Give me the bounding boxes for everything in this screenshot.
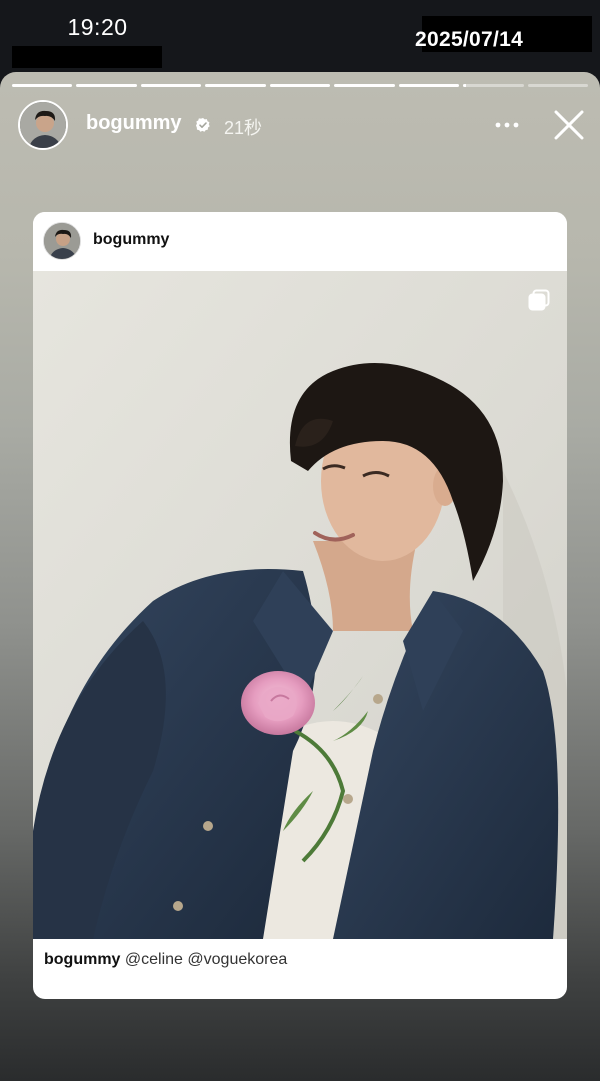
carousel-icon — [528, 289, 550, 311]
close-icon[interactable] — [552, 108, 586, 142]
avatar[interactable] — [43, 222, 81, 260]
story-elapsed-time: 21秒 — [224, 118, 263, 138]
verified-badge-icon — [196, 118, 210, 132]
progress-fill — [269, 84, 331, 87]
progress-fill — [334, 84, 395, 87]
status-date: 2025/07/14 — [415, 28, 524, 51]
progress-segment — [334, 84, 395, 87]
progress-segment — [76, 84, 137, 87]
story-username[interactable]: bogummy — [86, 112, 182, 135]
progress-segment — [269, 84, 331, 87]
shared-post-card[interactable]: bogummy bogummy @celine @voguekorea — [33, 212, 567, 999]
progress-segment — [205, 84, 266, 87]
progress-segment — [12, 84, 73, 87]
progress-segment — [527, 84, 588, 87]
progress-fill — [12, 84, 73, 87]
story-view[interactable]: bogummy 21秒 bogummy bogummy @celine @vog… — [0, 72, 600, 1081]
story-header: bogummy 21秒 — [18, 100, 588, 150]
post-caption: bogummy @celine @voguekorea — [44, 951, 559, 969]
post-photo[interactable] — [33, 271, 567, 939]
avatar[interactable] — [18, 100, 68, 150]
progress-fill — [463, 84, 467, 87]
progress-segment — [463, 84, 524, 87]
instagram-story-screen: 19:20 2025/07/14 bogummy 21秒 bogummy bog… — [0, 0, 600, 1081]
progress-fill — [140, 84, 202, 87]
status-bar: 19:20 2025/07/14 — [0, 0, 600, 72]
progress-fill — [205, 84, 266, 87]
caption-text[interactable]: @celine @voguekorea — [125, 951, 287, 968]
status-time: 19:20 — [67, 14, 128, 40]
story-progress — [12, 84, 588, 87]
progress-segment — [140, 84, 202, 87]
redaction-bar — [12, 46, 162, 68]
progress-segment — [398, 84, 460, 87]
caption-username[interactable]: bogummy — [44, 951, 120, 968]
progress-fill — [398, 84, 460, 87]
post-header: bogummy — [33, 212, 567, 271]
post-username[interactable]: bogummy — [93, 231, 169, 249]
more-horizontal-icon[interactable] — [493, 114, 521, 136]
progress-fill — [76, 84, 137, 87]
